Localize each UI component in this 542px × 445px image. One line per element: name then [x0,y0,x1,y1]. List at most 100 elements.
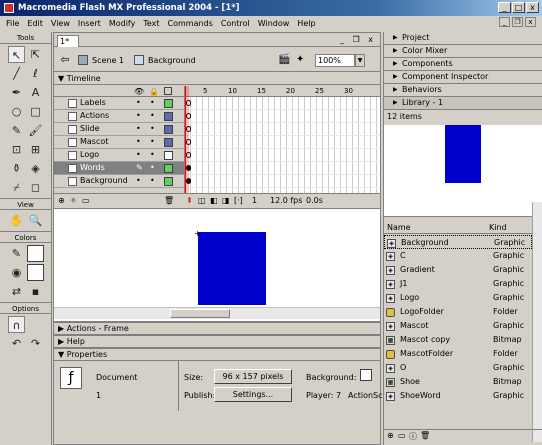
paint-bucket-tool-icon[interactable]: ◈ [27,160,44,177]
onion-skin-icon[interactable]: ◫ [198,194,206,207]
straighten-icon[interactable]: ↷ [27,335,44,352]
edit-multiple-icon[interactable]: ◨ [222,194,230,207]
library-item[interactable]: ◈ C Graphic [384,249,532,263]
timeline-header[interactable]: ▼ Timeline [54,73,380,85]
breadcrumb-symbol[interactable]: Background [148,54,196,67]
delete-layer-icon[interactable]: 🗑 [164,194,174,207]
eraser-tool-icon[interactable]: ◻ [27,179,44,196]
frame-ruler[interactable]: 5 10 15 20 25 30 [184,86,380,97]
menu-text[interactable]: Text [139,19,163,28]
library-item[interactable]: ◈ Gradient Graphic [384,263,532,277]
menu-help[interactable]: Help [293,19,319,28]
background-color-swatch[interactable] [360,369,372,381]
default-colors-icon[interactable]: ▪ [27,283,44,300]
pen-tool-icon[interactable]: ✒ [8,84,25,101]
frame-row[interactable] [185,110,380,123]
layer-row[interactable]: Labels • • [54,97,184,110]
layer-row[interactable]: Actions • • [54,110,184,123]
lasso-tool-icon[interactable]: ℓ [27,65,44,82]
pencil-tool-icon[interactable]: ✎ [8,122,25,139]
actions-panel-header[interactable]: ▶ Actions - Frame [53,322,381,335]
layer-row[interactable]: Mascot • • [54,136,184,149]
add-guide-icon[interactable]: ✧ [70,194,77,207]
stage[interactable]: + [54,208,380,321]
menu-insert[interactable]: Insert [74,19,105,28]
menu-window[interactable]: Window [254,19,294,28]
component-inspector-panel-header[interactable]: Component Inspector [384,71,542,84]
frame-row[interactable] [185,175,380,188]
library-item[interactable]: ◈ ShoeWord Graphic [384,389,532,403]
layer-color-box[interactable] [164,151,173,160]
line-tool-icon[interactable]: ╱ [8,65,25,82]
column-name[interactable]: Name [387,223,411,233]
library-item[interactable]: MascotFolder Folder [384,347,532,361]
layer-color-box[interactable] [164,138,173,147]
minimize-button[interactable]: _ [498,2,511,13]
tab-controls[interactable]: _ ❐ x [340,35,376,44]
smooth-icon[interactable]: ↶ [8,335,25,352]
settings-button[interactable]: Settings... [214,387,292,402]
menu-commands[interactable]: Commands [164,19,217,28]
subselection-tool-icon[interactable]: ⇱ [27,46,44,63]
layer-row[interactable]: Logo • • [54,149,184,162]
fill-color-icon[interactable]: ◉ [8,264,25,281]
modify-markers-icon[interactable]: [·] [234,194,243,207]
menu-modify[interactable]: Modify [105,19,140,28]
eyedropper-tool-icon[interactable]: ⌿ [8,179,25,196]
stroke-color-swatch[interactable] [27,245,44,262]
free-transform-tool-icon[interactable]: ⊡ [8,141,25,158]
new-folder-icon[interactable]: ▭ [398,431,406,440]
menu-view[interactable]: View [47,19,74,28]
swap-colors-icon[interactable]: ⇄ [8,283,25,300]
frame-row[interactable] [185,149,380,162]
doc-minimize-button[interactable]: _ [499,17,510,27]
selection-tool-icon[interactable]: ↖ [8,46,25,63]
zoom-dropdown-icon[interactable]: ▼ [355,54,365,67]
library-panel-header[interactable]: Library - 1 [384,97,542,110]
rectangle-tool-icon[interactable]: □ [27,103,44,120]
breadcrumb-scene[interactable]: Scene 1 [92,54,124,67]
project-panel-header[interactable]: Project [384,32,542,45]
snap-magnet-icon[interactable]: ∩ [8,316,25,333]
playhead[interactable] [185,86,189,194]
layer-color-box[interactable] [164,125,173,134]
layer-color-box[interactable] [164,177,173,186]
blue-background-rect[interactable] [198,232,266,305]
fill-color-swatch[interactable] [27,264,44,281]
stroke-color-icon[interactable]: ✎ [8,245,25,262]
scrollbar-thumb[interactable] [170,309,230,318]
edit-symbol-icon[interactable]: ✦ [296,54,310,67]
onion-outline-icon[interactable]: ◧ [210,194,218,207]
layer-row[interactable]: Background • • [54,175,184,188]
fill-transform-tool-icon[interactable]: ⊞ [27,141,44,158]
outline-icon[interactable] [164,87,172,95]
menu-file[interactable]: File [2,19,23,28]
menu-edit[interactable]: Edit [23,19,47,28]
size-button[interactable]: 96 x 157 pixels [214,369,292,384]
frame-row[interactable] [185,123,380,136]
column-kind[interactable]: Kind [489,223,507,233]
library-item[interactable]: ◈ Mascot Graphic [384,319,532,333]
brush-tool-icon[interactable]: 🖌 [27,122,44,139]
layer-row[interactable]: Slide • • [54,123,184,136]
behaviors-panel-header[interactable]: Behaviors [384,84,542,97]
frame-row[interactable] [185,136,380,149]
delete-icon[interactable]: 🗑 [420,431,430,440]
library-item[interactable]: ◈ Logo Graphic [384,291,532,305]
frame-row[interactable] [185,162,380,175]
layer-color-box[interactable] [164,164,173,173]
library-item[interactable]: ◈ O Graphic [384,361,532,375]
library-item[interactable]: ◈ J1 Graphic [384,277,532,291]
new-symbol-icon[interactable]: ⊕ [387,431,394,440]
insert-folder-icon[interactable]: ▭ [82,194,90,207]
layer-color-box[interactable] [164,112,173,121]
components-panel-header[interactable]: Components [384,58,542,71]
back-arrow-icon[interactable]: ⇦ [58,53,72,67]
library-item[interactable]: ▦ Mascot copy Bitmap [384,333,532,347]
doc-close-button[interactable]: x [525,17,536,27]
doc-restore-button[interactable]: ❐ [512,17,523,27]
layer-row-selected[interactable]: Words ✎ • [54,162,184,175]
zoom-input[interactable]: 100% [315,54,355,67]
help-panel-header[interactable]: ▶ Help [53,335,381,348]
color-mixer-panel-header[interactable]: Color Mixer [384,45,542,58]
